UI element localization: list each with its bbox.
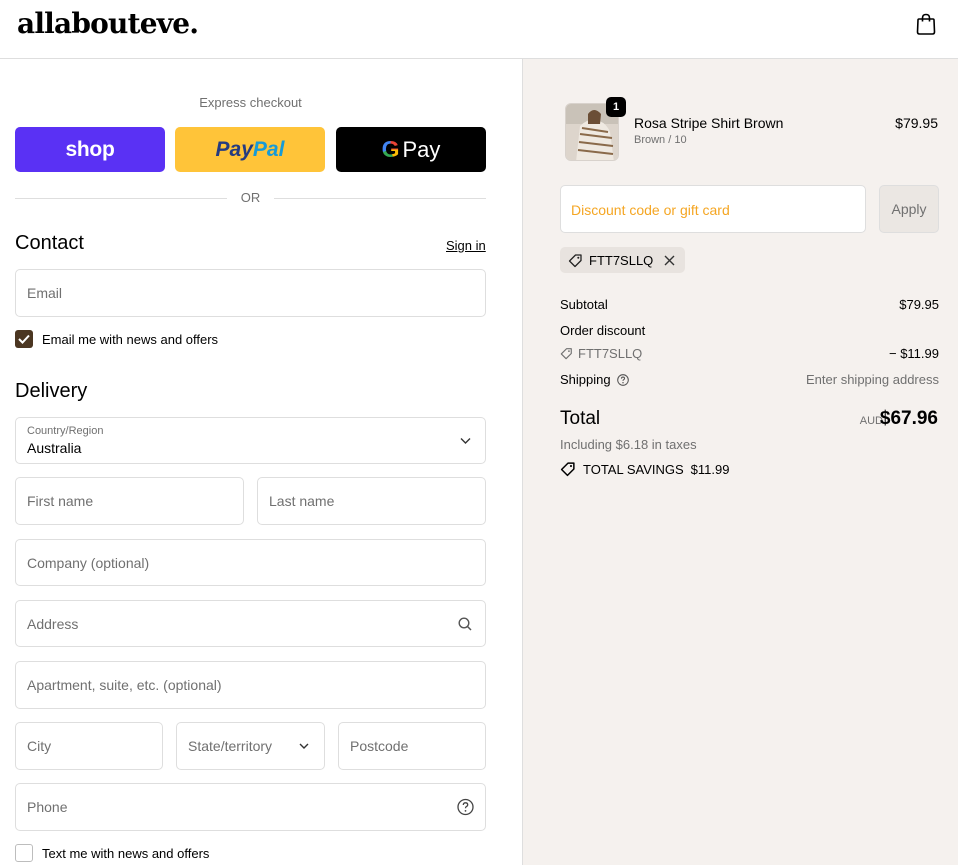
site-header: allabouteve. (0, 0, 958, 59)
savings-value: $11.99 (690, 461, 730, 477)
phone-field[interactable]: Phone (15, 783, 486, 831)
chevron-down-icon (460, 437, 471, 444)
order-summary: 1 Rosa Stripe Shirt Brown Brown / 10 $79… (522, 59, 958, 865)
order-discount-label: Order discount (560, 323, 646, 338)
discount-placeholder: Discount code or gift card (571, 202, 730, 218)
email-field[interactable]: Email (15, 269, 486, 317)
quantity-badge: 1 (606, 97, 626, 117)
newsletter-checkbox[interactable] (15, 330, 33, 348)
google-pay-label: Pay (402, 136, 441, 162)
applied-discount-chip: FTT7SLLQ (560, 247, 686, 273)
last-name-placeholder: Last name (269, 493, 335, 509)
product-price: $79.95 (895, 115, 938, 131)
total-value: $67.96 (879, 408, 938, 429)
total-savings: TOTAL SAVINGS $11.99 (560, 461, 729, 477)
order-discount-code-label: FTT7SLLQ (578, 346, 643, 361)
newsletter-label: Email me with news and offers (42, 331, 219, 347)
taxes-note: Including $6.18 in taxes (560, 437, 697, 452)
express-checkout-label: Express checkout (199, 95, 302, 110)
city-placeholder: City (27, 738, 52, 754)
apply-discount-button[interactable]: Apply (879, 185, 939, 233)
address-field[interactable]: Address (15, 600, 486, 647)
postcode-placeholder: Postcode (350, 738, 409, 754)
shopping-bag-icon[interactable] (916, 13, 936, 35)
apartment-placeholder: Apartment, suite, etc. (optional) (27, 677, 222, 693)
subtotal-value: $79.95 (899, 297, 939, 312)
help-circle-icon[interactable] (457, 798, 474, 816)
subtotal-label: Subtotal (560, 297, 608, 312)
sms-option: Text me with news and offers (15, 844, 209, 862)
state-select[interactable]: State/territory (176, 722, 325, 770)
newsletter-option: Email me with news and offers (15, 330, 218, 348)
email-placeholder: Email (27, 285, 63, 301)
applied-code-label: FTT7SLLQ (589, 252, 654, 268)
paypal-label-part1: Pay (215, 137, 253, 161)
sign-in-link[interactable]: Sign in (446, 238, 486, 253)
subtotal-row: Subtotal $79.95 (560, 297, 939, 312)
chevron-down-icon (299, 743, 309, 749)
google-g-icon: G (381, 136, 400, 162)
company-placeholder: Company (optional) (27, 554, 150, 571)
search-icon[interactable] (458, 616, 472, 631)
store-logo[interactable]: allabouteve. (17, 7, 199, 40)
check-icon (18, 334, 30, 344)
contact-title: Contact (15, 232, 84, 254)
tag-icon (560, 462, 575, 477)
company-field[interactable]: Company (optional) (15, 539, 486, 586)
country-value: Australia (27, 440, 82, 456)
apartment-field[interactable]: Apartment, suite, etc. (optional) (15, 661, 486, 709)
address-placeholder: Address (27, 615, 79, 632)
product-name: Rosa Stripe Shirt Brown (634, 115, 784, 131)
order-discount-row: Order discount (560, 323, 939, 338)
discount-code-field[interactable]: Discount code or gift card (560, 185, 866, 233)
or-divider: OR (15, 189, 486, 207)
shipping-label: Shipping (560, 372, 611, 387)
city-field[interactable]: City (15, 722, 163, 770)
delivery-title: Delivery (15, 380, 88, 402)
shipping-row: Shipping Enter shipping address (560, 372, 939, 387)
country-label: Country/Region (27, 425, 104, 437)
total-label: Total (560, 408, 601, 429)
sms-checkbox[interactable] (15, 844, 33, 862)
order-discount-value: − $11.99 (888, 346, 939, 361)
first-name-field[interactable]: First name (15, 477, 244, 525)
sms-label: Text me with news and offers (42, 845, 210, 861)
shop-pay-label: shop (65, 137, 115, 161)
help-circle-icon[interactable] (616, 373, 629, 386)
google-pay-button[interactable]: G Pay (336, 127, 486, 172)
phone-placeholder: Phone (27, 799, 68, 815)
order-discount-code: FTT7SLLQ (560, 346, 642, 361)
divider-line-right (274, 198, 486, 199)
paypal-label-part2: Pal (252, 137, 285, 161)
state-placeholder: State/territory (188, 738, 273, 754)
postcode-field[interactable]: Postcode (338, 722, 486, 770)
tag-icon (568, 253, 582, 267)
shipping-value: Enter shipping address (806, 372, 939, 387)
tag-icon (560, 348, 572, 360)
country-select[interactable]: Country/Region Australia (15, 417, 486, 464)
shop-pay-button[interactable]: shop (15, 127, 165, 172)
shipping-label-group: Shipping (560, 372, 629, 387)
product-variant: Brown / 10 (634, 134, 687, 146)
first-name-placeholder: First name (27, 493, 94, 509)
last-name-field[interactable]: Last name (257, 477, 486, 525)
paypal-button[interactable]: Pay Pal (175, 127, 325, 172)
checkout-form: Express checkout shop Pay Pal G Pay OR Co… (0, 59, 522, 865)
savings-label: TOTAL SAVINGS (583, 461, 684, 477)
order-discount-code-row: FTT7SLLQ − $11.99 (560, 346, 939, 363)
close-icon[interactable] (664, 255, 675, 266)
